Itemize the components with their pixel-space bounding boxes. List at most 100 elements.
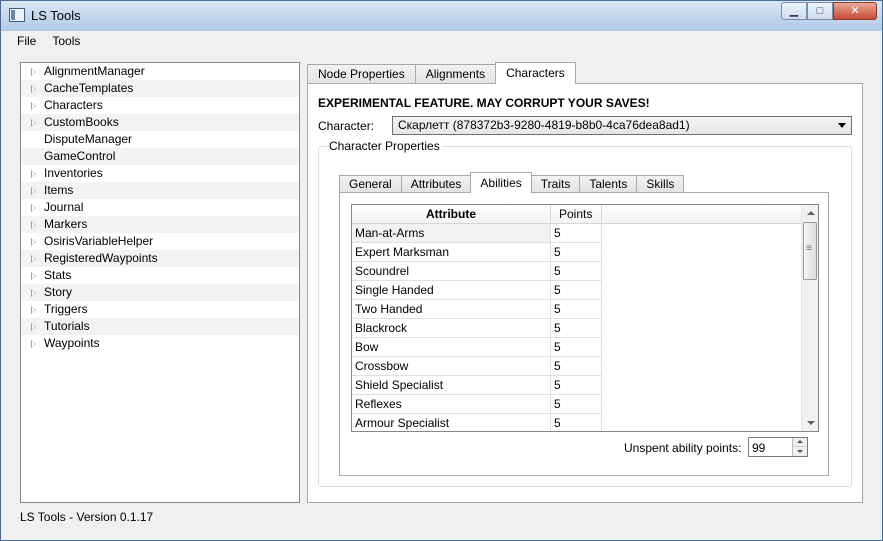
subtab-talents[interactable]: Talents <box>579 175 638 193</box>
table-row[interactable]: Crossbow 5 <box>352 357 803 376</box>
scroll-thumb[interactable] <box>803 222 817 280</box>
expand-arrow-icon[interactable] <box>31 119 36 127</box>
ability-points-cell[interactable]: 5 <box>551 395 602 414</box>
ability-name-cell[interactable]: Blackrock <box>352 319 551 338</box>
tree-item[interactable]: Inventories <box>21 165 299 182</box>
tab-node-properties[interactable]: Node Properties <box>307 64 416 84</box>
expand-arrow-icon[interactable] <box>31 289 36 297</box>
table-row[interactable]: Reflexes 5 <box>352 395 803 414</box>
ability-name-cell[interactable]: Man-at-Arms <box>352 224 551 243</box>
tree-item-label: OsirisVariableHelper <box>44 234 154 248</box>
column-header-attribute[interactable]: Attribute <box>352 205 551 224</box>
expand-arrow-icon[interactable] <box>31 306 36 314</box>
ability-points-cell[interactable]: 5 <box>551 262 602 281</box>
spin-down-icon[interactable] <box>793 447 807 456</box>
tab-alignments[interactable]: Alignments <box>414 64 497 84</box>
ability-points-cell[interactable]: 5 <box>551 414 602 431</box>
tree-item-label: Tutorials <box>44 319 90 333</box>
expand-arrow-icon[interactable] <box>31 323 36 331</box>
tree-item[interactable]: CustomBooks <box>21 114 299 131</box>
subtab-abilities[interactable]: Abilities <box>470 172 532 193</box>
ability-name-cell[interactable]: Crossbow <box>352 357 551 376</box>
expand-arrow-icon[interactable] <box>31 85 36 93</box>
expand-arrow-icon[interactable] <box>31 221 36 229</box>
expand-arrow-icon[interactable] <box>31 204 36 212</box>
menu-file[interactable]: File <box>9 31 44 53</box>
tree-item[interactable]: Items <box>21 182 299 199</box>
expand-arrow-icon[interactable] <box>31 170 36 178</box>
ability-points-cell[interactable]: 5 <box>551 376 602 395</box>
tree-item[interactable]: DisputeManager <box>21 131 299 148</box>
ability-name-cell[interactable]: Shield Specialist <box>352 376 551 395</box>
expand-arrow-icon[interactable] <box>31 340 36 348</box>
tree-item-label: Markers <box>44 217 88 231</box>
maximize-button[interactable]: □ <box>807 2 833 20</box>
node-tree[interactable]: AlignmentManager CacheTemplates Characters… <box>20 62 300 503</box>
title-bar[interactable]: LS Tools ▁ □ ✕ <box>1 1 882 31</box>
minimize-button[interactable]: ▁ <box>781 2 807 20</box>
tree-item[interactable]: Waypoints <box>21 335 299 352</box>
table-row[interactable]: Bow 5 <box>352 338 803 357</box>
tree-item[interactable]: Triggers <box>21 301 299 318</box>
unspent-points-input[interactable] <box>752 440 790 455</box>
table-row[interactable]: Blackrock 5 <box>352 319 803 338</box>
tree-item[interactable]: CacheTemplates <box>21 80 299 97</box>
table-row[interactable]: Man-at-Arms 5 <box>352 224 803 243</box>
expand-arrow-icon[interactable] <box>31 255 36 263</box>
ability-points-cell[interactable]: 5 <box>551 319 602 338</box>
subtab-attributes[interactable]: Attributes <box>400 175 472 193</box>
ability-name-cell[interactable]: Armour Specialist <box>352 414 551 431</box>
table-row[interactable]: Armour Specialist 5 <box>352 414 803 431</box>
table-row[interactable]: Two Handed 5 <box>352 300 803 319</box>
ability-name-cell[interactable]: Reflexes <box>352 395 551 414</box>
tree-item[interactable]: OsirisVariableHelper <box>21 233 299 250</box>
ability-points-cell[interactable]: 5 <box>551 243 602 262</box>
tree-item[interactable]: Story <box>21 284 299 301</box>
table-row[interactable]: Expert Marksman 5 <box>352 243 803 262</box>
tree-item-label: Items <box>44 183 74 197</box>
unspent-points-spinbox[interactable] <box>748 437 808 457</box>
tree-item-label: AlignmentManager <box>44 64 145 78</box>
scroll-up-icon[interactable] <box>802 205 818 222</box>
ability-points-cell[interactable]: 5 <box>551 357 602 376</box>
close-button[interactable]: ✕ <box>833 2 877 20</box>
tree-item-label: RegisteredWaypoints <box>44 251 158 265</box>
menu-tools[interactable]: Tools <box>44 31 88 53</box>
subtab-skills[interactable]: Skills <box>636 175 685 193</box>
expand-arrow-icon[interactable] <box>31 238 36 246</box>
table-row[interactable]: Scoundrel 5 <box>352 262 803 281</box>
character-select[interactable]: Скарлетт (878372b3-9280-4819-b8b0-4ca76d… <box>392 116 852 135</box>
ability-name-cell[interactable]: Scoundrel <box>352 262 551 281</box>
table-row[interactable]: Shield Specialist 5 <box>352 376 803 395</box>
tree-item[interactable]: RegisteredWaypoints <box>21 250 299 267</box>
table-row[interactable]: Single Handed 5 <box>352 281 803 300</box>
column-header-points[interactable]: Points <box>551 205 602 224</box>
tree-item[interactable]: AlignmentManager <box>21 63 299 80</box>
tab-characters[interactable]: Characters <box>495 62 576 84</box>
expand-arrow-icon[interactable] <box>31 187 36 195</box>
ability-name-cell[interactable]: Single Handed <box>352 281 551 300</box>
ability-name-cell[interactable]: Two Handed <box>352 300 551 319</box>
ability-points-cell[interactable]: 5 <box>551 281 602 300</box>
tree-item[interactable]: Tutorials <box>21 318 299 335</box>
ability-name-cell[interactable]: Expert Marksman <box>352 243 551 262</box>
scroll-down-icon[interactable] <box>802 414 818 431</box>
expand-arrow-icon[interactable] <box>31 272 36 280</box>
window-controls: ▁ □ ✕ <box>781 2 877 20</box>
main-tabs: Node Properties Alignments Characters <box>307 62 576 84</box>
spin-up-icon[interactable] <box>793 438 807 447</box>
ability-points-cell[interactable]: 5 <box>551 338 602 357</box>
tree-item[interactable]: Characters <box>21 97 299 114</box>
tree-item[interactable]: GameControl <box>21 148 299 165</box>
ability-name-cell[interactable]: Bow <box>352 338 551 357</box>
table-scrollbar[interactable] <box>801 205 818 431</box>
tree-item[interactable]: Markers <box>21 216 299 233</box>
subtab-traits[interactable]: Traits <box>530 175 581 193</box>
expand-arrow-icon[interactable] <box>31 102 36 110</box>
subtab-general[interactable]: General <box>339 175 402 193</box>
expand-arrow-icon[interactable] <box>31 68 36 76</box>
tree-item[interactable]: Journal <box>21 199 299 216</box>
ability-points-cell[interactable]: 5 <box>551 224 602 243</box>
tree-item[interactable]: Stats <box>21 267 299 284</box>
ability-points-cell[interactable]: 5 <box>551 300 602 319</box>
